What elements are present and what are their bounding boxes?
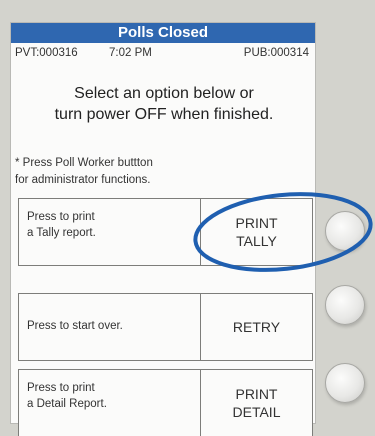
- pub-counter: PUB:000314: [243, 47, 309, 59]
- display-screen: Polls Closed PVT:000316 7:02 PM PUB:0003…: [10, 22, 316, 436]
- clock-time: 7:02 PM: [109, 47, 152, 59]
- print-tally-option[interactable]: Press to print a Tally report. PRINT TAL…: [18, 198, 313, 266]
- description-line: Press to start over.: [27, 320, 123, 332]
- action-label-line: PRINT: [235, 386, 278, 402]
- option-description: Press to print a Tally report.: [19, 199, 201, 265]
- description-line: a Tally report.: [27, 227, 96, 239]
- option-description: Press to print a Detail Report.: [19, 370, 201, 436]
- action-label-line: RETRY: [232, 319, 281, 335]
- retry-button[interactable]: RETRY: [201, 294, 312, 360]
- action-label-line: DETAIL: [232, 404, 281, 420]
- print-detail-button[interactable]: PRINT DETAIL: [201, 370, 312, 436]
- description-line: a Detail Report.: [27, 398, 107, 410]
- pvt-counter: PVT:000316: [15, 47, 78, 59]
- screen-title: Polls Closed: [11, 23, 315, 43]
- instruction-text: Select an option below or turn power OFF…: [17, 83, 311, 125]
- note-line: * Press Poll Worker buttton: [15, 157, 153, 169]
- poll-worker-note: * Press Poll Worker buttton for administ…: [15, 155, 215, 189]
- hardware-button-tally[interactable]: [325, 211, 365, 251]
- hardware-button-retry[interactable]: [325, 285, 365, 325]
- hardware-button-detail[interactable]: [325, 363, 365, 403]
- action-label-line: TALLY: [236, 233, 277, 249]
- print-tally-button[interactable]: PRINT TALLY: [201, 199, 312, 265]
- status-info-row: PVT:000316 7:02 PM PUB:000314: [11, 44, 315, 64]
- action-label-line: PRINT: [235, 215, 278, 231]
- option-description: Press to start over.: [19, 294, 201, 360]
- instruction-line: Select an option below or: [74, 85, 254, 102]
- description-line: Press to print: [27, 382, 95, 394]
- instruction-line: turn power OFF when finished.: [54, 106, 274, 123]
- retry-option[interactable]: Press to start over. RETRY: [18, 293, 313, 361]
- description-line: Press to print: [27, 211, 95, 223]
- note-line: for administrator functions.: [15, 174, 151, 186]
- print-detail-option[interactable]: Press to print a Detail Report. PRINT DE…: [18, 369, 313, 436]
